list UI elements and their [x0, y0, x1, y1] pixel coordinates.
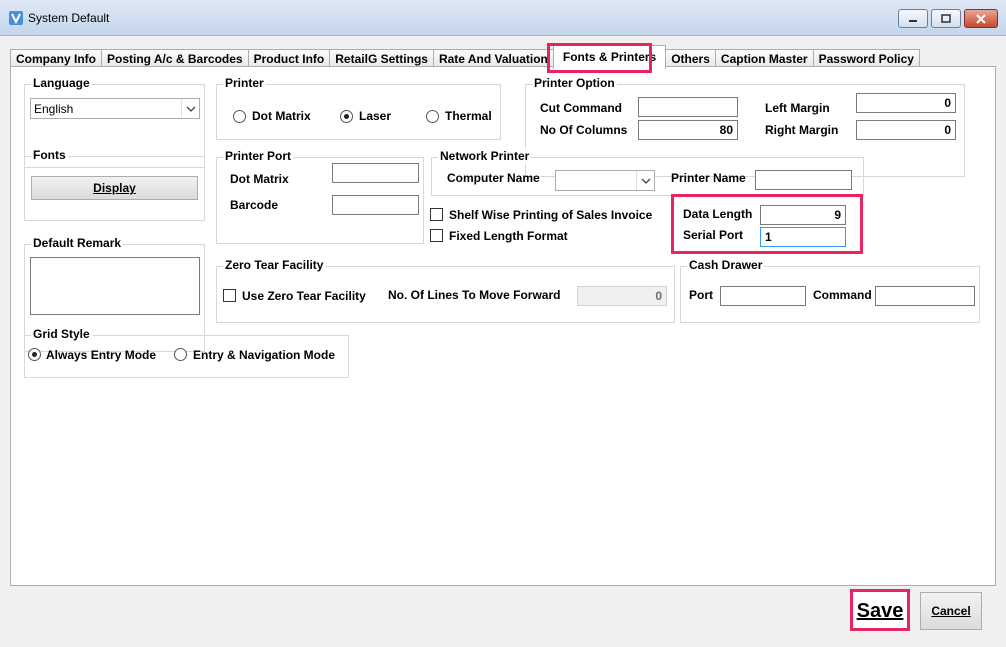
cut-command-label: Cut Command	[540, 101, 622, 115]
thermal-label: Thermal	[445, 109, 492, 123]
port-barcode-label: Barcode	[230, 198, 279, 212]
maximize-icon	[941, 14, 951, 23]
fixed-length-checkbox[interactable]	[430, 229, 443, 242]
language-select[interactable]: English	[30, 98, 200, 119]
radio-entry-navigation[interactable]	[174, 348, 187, 361]
zero-tear-title: Zero Tear Facility	[223, 258, 326, 272]
bottom-bar: Save Cancel	[0, 587, 1006, 647]
cut-command-input[interactable]	[638, 97, 738, 117]
close-icon	[976, 13, 986, 24]
right-margin-input[interactable]: 0	[856, 120, 956, 140]
radio-thermal[interactable]	[426, 110, 439, 123]
window-title: System Default	[28, 11, 110, 25]
printer-group: Printer Dot Matrix Laser Thermal	[216, 76, 501, 140]
cash-drawer-title: Cash Drawer	[687, 258, 765, 272]
port-dot-matrix-label: Dot Matrix	[230, 172, 289, 186]
radio-dot-matrix[interactable]	[233, 110, 246, 123]
display-button-label: Display	[93, 181, 136, 195]
maximize-button[interactable]	[931, 9, 961, 28]
laser-label: Laser	[359, 109, 392, 123]
network-printer-group: Network Printer Computer Name Printer Na…	[431, 149, 864, 196]
fonts-printers-page: Language English Printer Dot Matrix Lase…	[10, 66, 996, 586]
printer-name-input[interactable]	[755, 170, 852, 190]
serial-port-input[interactable]: 1	[760, 227, 846, 247]
radio-always-entry[interactable]	[28, 348, 41, 361]
display-button[interactable]: Display	[31, 176, 198, 200]
serial-port-label: Serial Port	[683, 228, 744, 242]
shelf-wise-label: Shelf Wise Printing of Sales Invoice	[449, 208, 653, 222]
cancel-button-label: Cancel	[931, 604, 971, 618]
save-button[interactable]: Save	[853, 592, 907, 630]
cash-drawer-group: Cash Drawer Port Command	[680, 258, 980, 323]
grid-style-group: Grid Style Always Entry Mode Entry & Nav…	[24, 327, 349, 378]
save-button-label: Save	[856, 599, 904, 622]
left-margin-label: Left Margin	[765, 101, 830, 115]
cash-port-label: Port	[689, 288, 713, 302]
printer-option-title: Printer Option	[532, 76, 617, 90]
minimize-button[interactable]	[898, 9, 928, 28]
printer-title: Printer	[223, 76, 266, 90]
cash-command-input[interactable]	[875, 286, 975, 306]
chevron-down-icon	[636, 171, 654, 190]
zero-tear-label: Use Zero Tear Facility	[242, 289, 366, 303]
chevron-down-icon	[181, 99, 199, 118]
computer-name-select[interactable]	[555, 170, 655, 191]
fixed-length-label: Fixed Length Format	[449, 229, 568, 243]
zero-tear-checkbox[interactable]	[223, 289, 236, 302]
printer-port-title: Printer Port	[223, 149, 294, 163]
title-bar: System Default	[0, 0, 1006, 36]
lines-forward-label: No. Of Lines To Move Forward	[388, 288, 561, 302]
default-remark-textarea[interactable]	[30, 257, 200, 315]
grid-style-title: Grid Style	[31, 327, 92, 341]
data-length-input[interactable]: 9	[760, 205, 846, 225]
app-icon	[9, 11, 23, 25]
cash-command-label: Command	[813, 288, 872, 302]
entry-navigation-label: Entry & Navigation Mode	[193, 348, 336, 362]
no-of-columns-label: No Of Columns	[540, 123, 628, 137]
printer-port-group: Printer Port Dot Matrix Barcode	[216, 149, 424, 244]
printer-name-label: Printer Name	[671, 171, 746, 185]
radio-laser[interactable]	[340, 110, 353, 123]
lines-forward-input[interactable]: 0	[577, 286, 667, 306]
right-margin-label: Right Margin	[765, 123, 839, 137]
dot-matrix-label: Dot Matrix	[252, 109, 311, 123]
zero-tear-group: Zero Tear Facility Use Zero Tear Facilit…	[216, 258, 675, 323]
port-dot-matrix-input[interactable]	[332, 163, 419, 183]
close-button[interactable]	[964, 9, 998, 28]
shelf-wise-checkbox[interactable]	[430, 208, 443, 221]
cash-port-input[interactable]	[720, 286, 806, 306]
no-of-columns-input[interactable]: 80	[638, 120, 738, 140]
fonts-group: Fonts Display	[24, 148, 205, 221]
dialog-client: Company Info Posting A/c & Barcodes Prod…	[0, 36, 1006, 647]
language-title: Language	[31, 76, 92, 90]
language-value: English	[34, 102, 74, 116]
network-printer-title: Network Printer	[438, 149, 532, 163]
tab-fonts-printers[interactable]: Fonts & Printers	[552, 45, 667, 69]
data-length-label: Data Length	[683, 207, 753, 221]
port-barcode-input[interactable]	[332, 195, 419, 215]
cancel-button[interactable]: Cancel	[920, 592, 982, 630]
fonts-title: Fonts	[31, 148, 68, 162]
always-entry-label: Always Entry Mode	[46, 348, 157, 362]
computer-name-label: Computer Name	[447, 171, 540, 185]
left-margin-input[interactable]: 0	[856, 93, 956, 113]
minimize-icon	[909, 19, 917, 22]
default-remark-title: Default Remark	[31, 236, 124, 250]
